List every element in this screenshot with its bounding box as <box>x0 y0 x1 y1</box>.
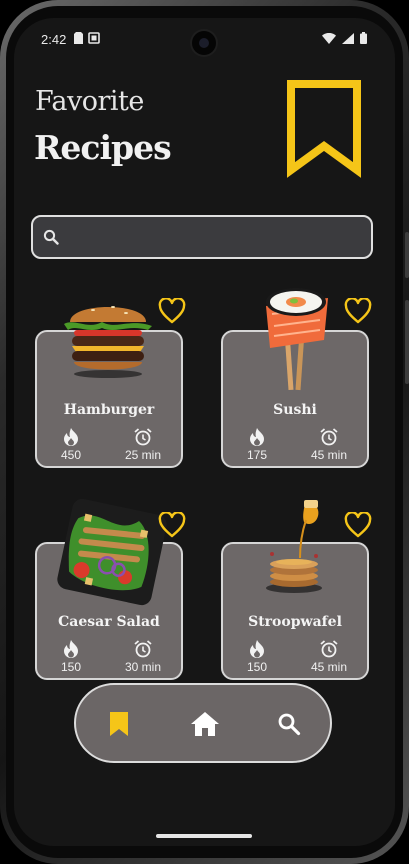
status-time: 2:42 <box>41 32 67 47</box>
phone-frame: 2:42 Favorite Recipes Hamburger 450 25 m… <box>0 0 409 864</box>
bookmark-icon <box>110 712 128 736</box>
time-value: 25 min <box>124 448 162 462</box>
flame-icon <box>250 428 264 446</box>
calories-stat: 150 <box>227 640 287 674</box>
calories-stat: 450 <box>41 428 101 462</box>
alarm-clock-icon <box>134 640 152 658</box>
time-stat: 25 min <box>113 428 173 462</box>
calories-value: 450 <box>60 448 82 462</box>
stroopwafel-image <box>266 500 322 593</box>
page-title-line2: Recipes <box>34 128 172 167</box>
calories-value: 175 <box>246 448 268 462</box>
volume-button <box>405 232 409 278</box>
home-indicator[interactable] <box>156 834 252 838</box>
calories-stat: 175 <box>227 428 287 462</box>
alarm-clock-icon <box>134 428 152 446</box>
heart-outline-icon[interactable] <box>158 512 186 538</box>
screenshot-icon <box>88 32 100 44</box>
hamburger-image <box>64 306 152 378</box>
recipe-name: Caesar Salad <box>58 614 160 630</box>
heart-outline-icon[interactable] <box>344 298 372 324</box>
time-value: 45 min <box>310 660 348 674</box>
flame-icon <box>64 428 78 446</box>
bookmark-outline-icon <box>287 80 361 178</box>
search-icon <box>278 713 301 736</box>
signal-icon <box>342 32 354 44</box>
alarm-clock-icon <box>320 428 338 446</box>
calories-value: 150 <box>60 660 82 674</box>
time-value: 30 min <box>124 660 162 674</box>
heart-outline-icon[interactable] <box>158 298 186 324</box>
home-icon <box>191 712 219 736</box>
page-title-line1: Favorite <box>35 86 144 117</box>
heart-outline-icon[interactable] <box>344 512 372 538</box>
caesar-salad-image <box>57 498 167 606</box>
time-value: 45 min <box>310 448 348 462</box>
flame-icon <box>250 640 264 658</box>
search-input[interactable] <box>69 225 363 251</box>
wifi-icon <box>322 32 336 44</box>
nav-home[interactable] <box>188 707 222 741</box>
front-camera <box>192 31 216 55</box>
search-icon <box>43 229 59 245</box>
battery-icon <box>360 32 367 44</box>
time-stat: 45 min <box>299 640 359 674</box>
time-stat: 45 min <box>299 428 359 462</box>
recipe-name: Sushi <box>273 402 317 418</box>
search-bar[interactable] <box>31 215 373 259</box>
recipe-name: Stroopwafel <box>248 614 342 630</box>
flame-icon <box>64 640 78 658</box>
app-screen: 2:42 Favorite Recipes Hamburger 450 25 m… <box>14 18 395 846</box>
sushi-image <box>266 288 328 391</box>
recipe-name: Hamburger <box>63 402 155 418</box>
calories-value: 150 <box>246 660 268 674</box>
sim-card-icon <box>74 32 83 44</box>
status-bar: 2:42 <box>14 18 395 62</box>
nav-search[interactable] <box>272 707 306 741</box>
nav-favorites[interactable] <box>102 707 136 741</box>
bottom-navigation <box>74 683 332 763</box>
alarm-clock-icon <box>320 640 338 658</box>
power-button <box>405 300 409 384</box>
calories-stat: 150 <box>41 640 101 674</box>
time-stat: 30 min <box>113 640 173 674</box>
